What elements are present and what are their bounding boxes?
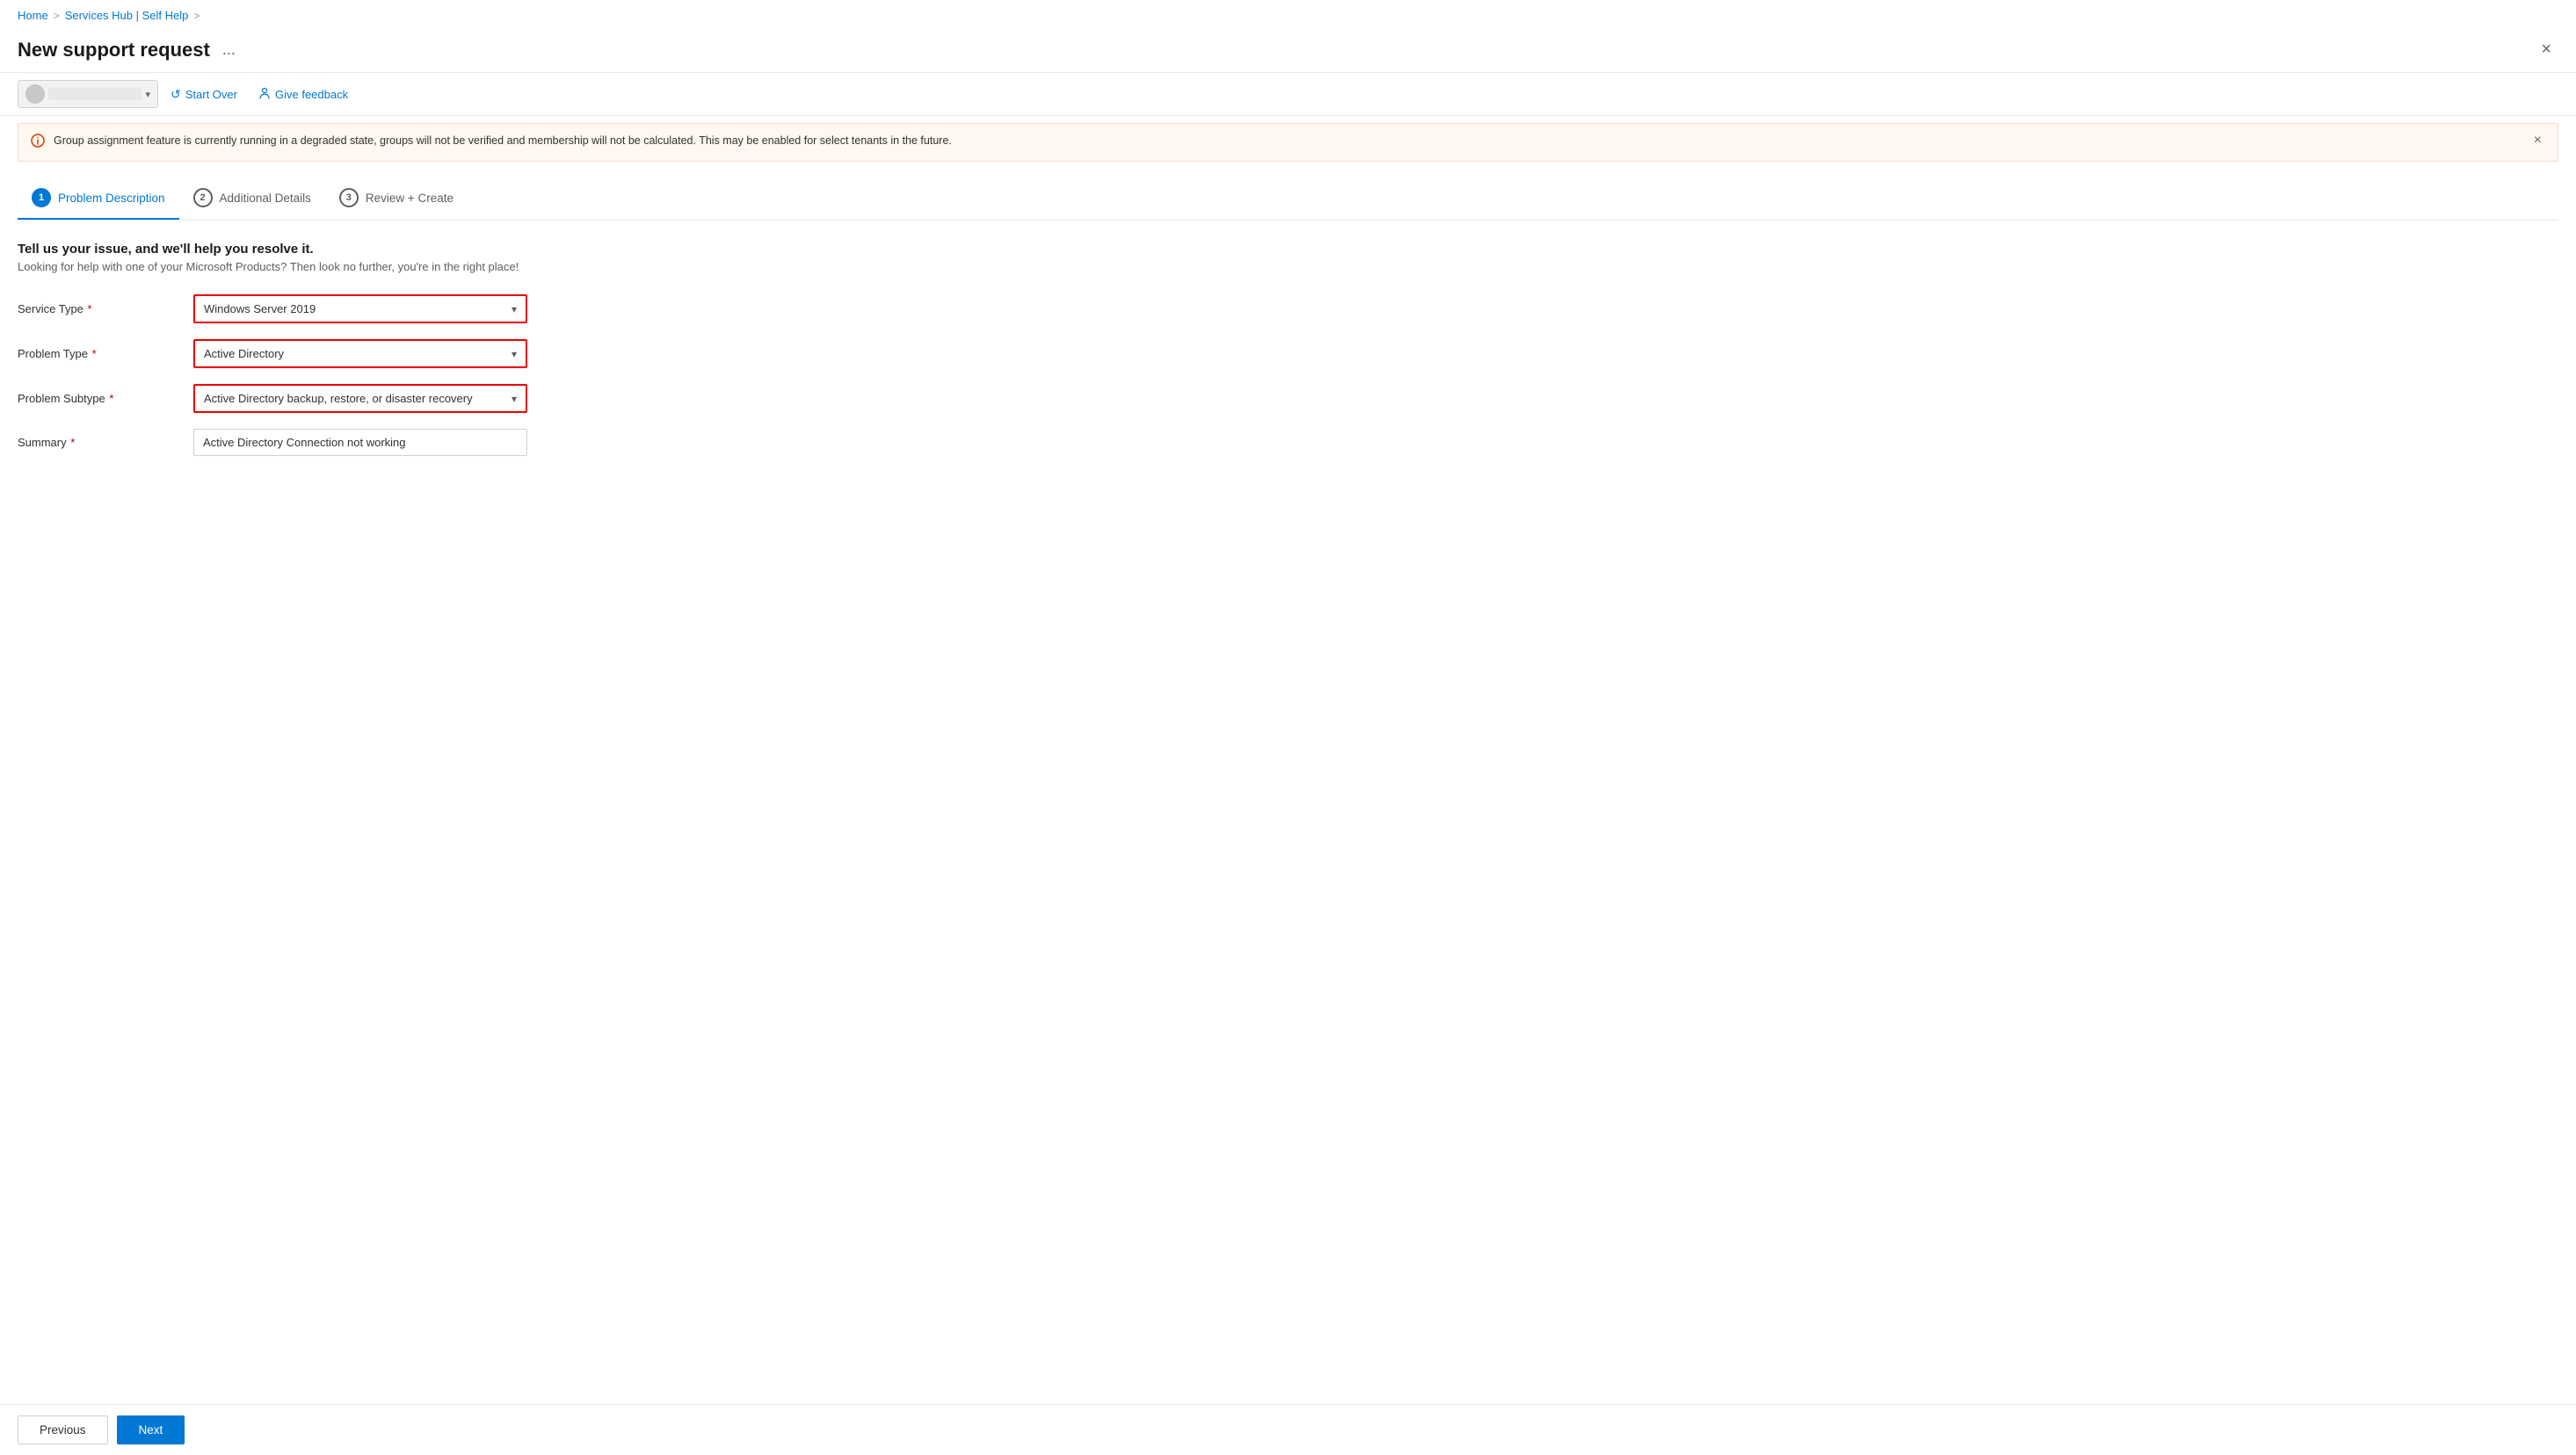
problem-type-value: Active Directory <box>204 347 284 360</box>
problem-type-wrapper: Active Directory ▾ <box>193 339 527 368</box>
problem-subtype-label: Problem Subtype * <box>18 392 193 405</box>
breadcrumb: Home > Services Hub | Self Help > <box>0 0 2576 31</box>
problem-subtype-chevron-icon: ▾ <box>512 393 517 405</box>
step-additional-details[interactable]: 2 Additional Details <box>179 179 325 220</box>
problem-type-select[interactable]: Active Directory ▾ <box>193 339 527 368</box>
alert-close-button[interactable]: × <box>2530 133 2545 148</box>
step-review-create[interactable]: 3 Review + Create <box>325 179 468 220</box>
summary-required: * <box>68 436 76 449</box>
step-2-label: Additional Details <box>220 192 311 205</box>
step-1-label: Problem Description <box>58 192 165 205</box>
alert-info-icon <box>31 134 45 152</box>
problem-type-chevron-icon: ▾ <box>512 348 517 360</box>
toolbar: ▾ ↺ Start Over Give feedback <box>0 73 2576 116</box>
alert-message: Group assignment feature is currently ru… <box>54 133 2522 149</box>
step-problem-description[interactable]: 1 Problem Description <box>18 179 179 220</box>
form-heading: Tell us your issue, and we'll help you r… <box>18 242 2558 257</box>
breadcrumb-sep-2: > <box>193 10 200 22</box>
more-options-button[interactable]: ... <box>217 39 241 61</box>
step-1-number: 1 <box>32 188 51 207</box>
panel-title-row: New support request ... <box>18 39 241 62</box>
problem-subtype-wrapper: Active Directory backup, restore, or dis… <box>193 384 527 413</box>
bottom-navigation: Previous Next <box>0 1404 2576 1455</box>
start-over-label: Start Over <box>185 88 237 101</box>
problem-subtype-required: * <box>106 392 114 405</box>
panel-header: New support request ... × <box>0 31 2576 73</box>
give-feedback-label: Give feedback <box>275 88 348 101</box>
service-type-wrapper: Windows Server 2019 ▾ <box>193 294 527 323</box>
service-type-required: * <box>84 302 92 315</box>
close-button[interactable]: × <box>2534 36 2558 63</box>
breadcrumb-services-hub[interactable]: Services Hub | Self Help <box>65 9 189 22</box>
step-2-number: 2 <box>193 188 213 207</box>
problem-type-required: * <box>89 347 97 360</box>
service-type-chevron-icon: ▾ <box>512 303 517 315</box>
summary-row: Summary * <box>18 429 2558 456</box>
problem-subtype-select[interactable]: Active Directory backup, restore, or dis… <box>193 384 527 413</box>
alert-banner: Group assignment feature is currently ru… <box>18 123 2558 162</box>
page-title: New support request <box>18 39 210 62</box>
service-type-row: Service Type * Windows Server 2019 ▾ <box>18 294 2558 323</box>
start-over-button[interactable]: ↺ Start Over <box>162 83 246 106</box>
user-name-placeholder <box>48 88 141 100</box>
service-type-value: Windows Server 2019 <box>204 302 316 315</box>
give-feedback-button[interactable]: Give feedback <box>250 83 357 106</box>
previous-button[interactable]: Previous <box>18 1415 108 1444</box>
problem-subtype-row: Problem Subtype * Active Directory backu… <box>18 384 2558 413</box>
service-type-select[interactable]: Windows Server 2019 ▾ <box>193 294 527 323</box>
summary-label: Summary * <box>18 436 193 449</box>
summary-input[interactable] <box>193 429 527 456</box>
main-content: Tell us your issue, and we'll help you r… <box>0 221 2576 489</box>
service-type-label: Service Type * <box>18 302 193 315</box>
form-subheading: Looking for help with one of your Micros… <box>18 260 2558 273</box>
breadcrumb-home[interactable]: Home <box>18 9 48 22</box>
feedback-icon <box>258 87 271 102</box>
breadcrumb-sep-1: > <box>54 10 60 22</box>
steps-navigation: 1 Problem Description 2 Additional Detai… <box>0 169 2576 220</box>
user-avatar-icon <box>25 84 45 104</box>
step-3-label: Review + Create <box>366 192 454 205</box>
refresh-icon: ↺ <box>171 87 181 102</box>
problem-type-label: Problem Type * <box>18 347 193 360</box>
problem-type-row: Problem Type * Active Directory ▾ <box>18 339 2558 368</box>
user-selector-chevron-icon: ▾ <box>145 89 150 100</box>
problem-subtype-value: Active Directory backup, restore, or dis… <box>204 392 473 405</box>
summary-wrapper <box>193 429 527 456</box>
user-selector[interactable]: ▾ <box>18 80 158 108</box>
next-button[interactable]: Next <box>117 1415 185 1444</box>
step-3-number: 3 <box>339 188 359 207</box>
